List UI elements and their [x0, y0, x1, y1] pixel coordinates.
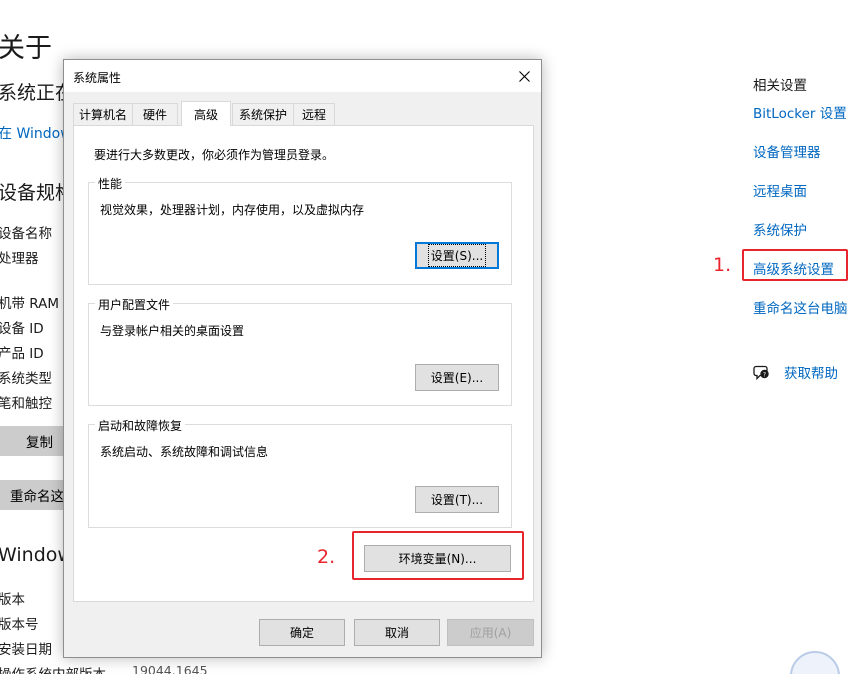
- annotation-highlight-advanced-settings: [742, 249, 848, 281]
- related-settings-heading: 相关设置: [753, 78, 807, 94]
- tab-system-protection[interactable]: 系统保护: [232, 103, 294, 125]
- rename-pc-button[interactable]: 重命名这: [0, 480, 70, 510]
- help-chat-icon: ?: [753, 365, 769, 381]
- spec-label-device-id: 设备 ID: [0, 321, 44, 337]
- tab-computer-name[interactable]: 计算机名: [73, 103, 133, 125]
- svg-text:?: ?: [763, 372, 766, 379]
- spec-label-processor: 处理器: [0, 251, 39, 267]
- related-link-bitlocker[interactable]: BitLocker 设置: [753, 102, 847, 122]
- tab-hardware[interactable]: 硬件: [132, 103, 178, 125]
- performance-settings-label: 设置(S)...: [427, 244, 487, 267]
- spec-label-ram: 机带 RAM: [0, 296, 60, 312]
- win-label-install-date: 安装日期: [0, 642, 52, 658]
- windows-spec-heading: Window: [0, 544, 73, 566]
- user-profiles-group-label: 用户配置文件: [95, 296, 174, 313]
- performance-settings-button[interactable]: 设置(S)...: [415, 242, 499, 269]
- related-link-remote-desktop[interactable]: 远程桌面: [753, 180, 807, 200]
- page-title: 关于: [0, 33, 52, 64]
- get-help-link[interactable]: ? 获取帮助: [753, 362, 838, 382]
- apply-button[interactable]: 应用(A): [447, 619, 534, 646]
- tab-advanced[interactable]: 高级: [181, 101, 231, 126]
- windows-security-link[interactable]: 在 Window: [0, 123, 72, 143]
- related-link-system-protection[interactable]: 系统保护: [753, 219, 807, 239]
- tab-remote[interactable]: 远程: [293, 103, 335, 125]
- copy-button[interactable]: 复制: [0, 426, 70, 456]
- ok-button[interactable]: 确定: [259, 619, 345, 646]
- related-link-rename-pc[interactable]: 重命名这台电脑: [753, 297, 848, 317]
- startup-recovery-description: 系统启动、系统故障和调试信息: [100, 445, 269, 459]
- cancel-button[interactable]: 取消: [354, 619, 440, 646]
- performance-group: 性能 视觉效果，处理器计划，内存使用，以及虚拟内存 设置(S)...: [88, 175, 512, 285]
- spec-label-pen-touch: 笔和触控: [0, 396, 52, 412]
- performance-description: 视觉效果，处理器计划，内存使用，以及虚拟内存: [100, 203, 365, 217]
- os-build-value: 19044.1645: [132, 663, 208, 674]
- annotation-step-1: 1.: [713, 254, 732, 276]
- close-icon: [518, 70, 530, 82]
- spec-label-device-name: 设备名称: [0, 226, 52, 242]
- performance-group-label: 性能: [95, 175, 126, 192]
- assistant-avatar[interactable]: [790, 651, 840, 674]
- win-label-version: 版本号: [0, 617, 39, 633]
- win-label-os-build: 操作系统内部版本: [0, 663, 106, 674]
- admin-notice: 要进行大多数更改，你必须作为管理员登录。: [94, 148, 335, 162]
- dialog-title: 系统属性: [73, 71, 122, 85]
- dialog-close-button[interactable]: [507, 60, 541, 92]
- annotation-highlight-env-variables: [352, 531, 524, 580]
- spec-label-product-id: 产品 ID: [0, 346, 44, 362]
- win-label-edition: 版本: [0, 592, 25, 608]
- dialog-titlebar[interactable]: 系统属性: [64, 60, 541, 92]
- user-profiles-group: 用户配置文件 与登录帐户相关的桌面设置 设置(E)...: [88, 296, 512, 406]
- spec-label-system-type: 系统类型: [0, 371, 52, 387]
- get-help-label: 获取帮助: [784, 366, 838, 382]
- annotation-step-2: 2.: [317, 546, 336, 568]
- user-profiles-description: 与登录帐户相关的桌面设置: [100, 324, 245, 338]
- startup-recovery-settings-button[interactable]: 设置(T)...: [415, 486, 499, 513]
- startup-recovery-group: 启动和故障恢复 系统启动、系统故障和调试信息 设置(T)...: [88, 417, 512, 528]
- startup-recovery-group-label: 启动和故障恢复: [95, 417, 186, 434]
- user-profiles-settings-button[interactable]: 设置(E)...: [415, 364, 499, 391]
- related-link-device-manager[interactable]: 设备管理器: [753, 141, 821, 161]
